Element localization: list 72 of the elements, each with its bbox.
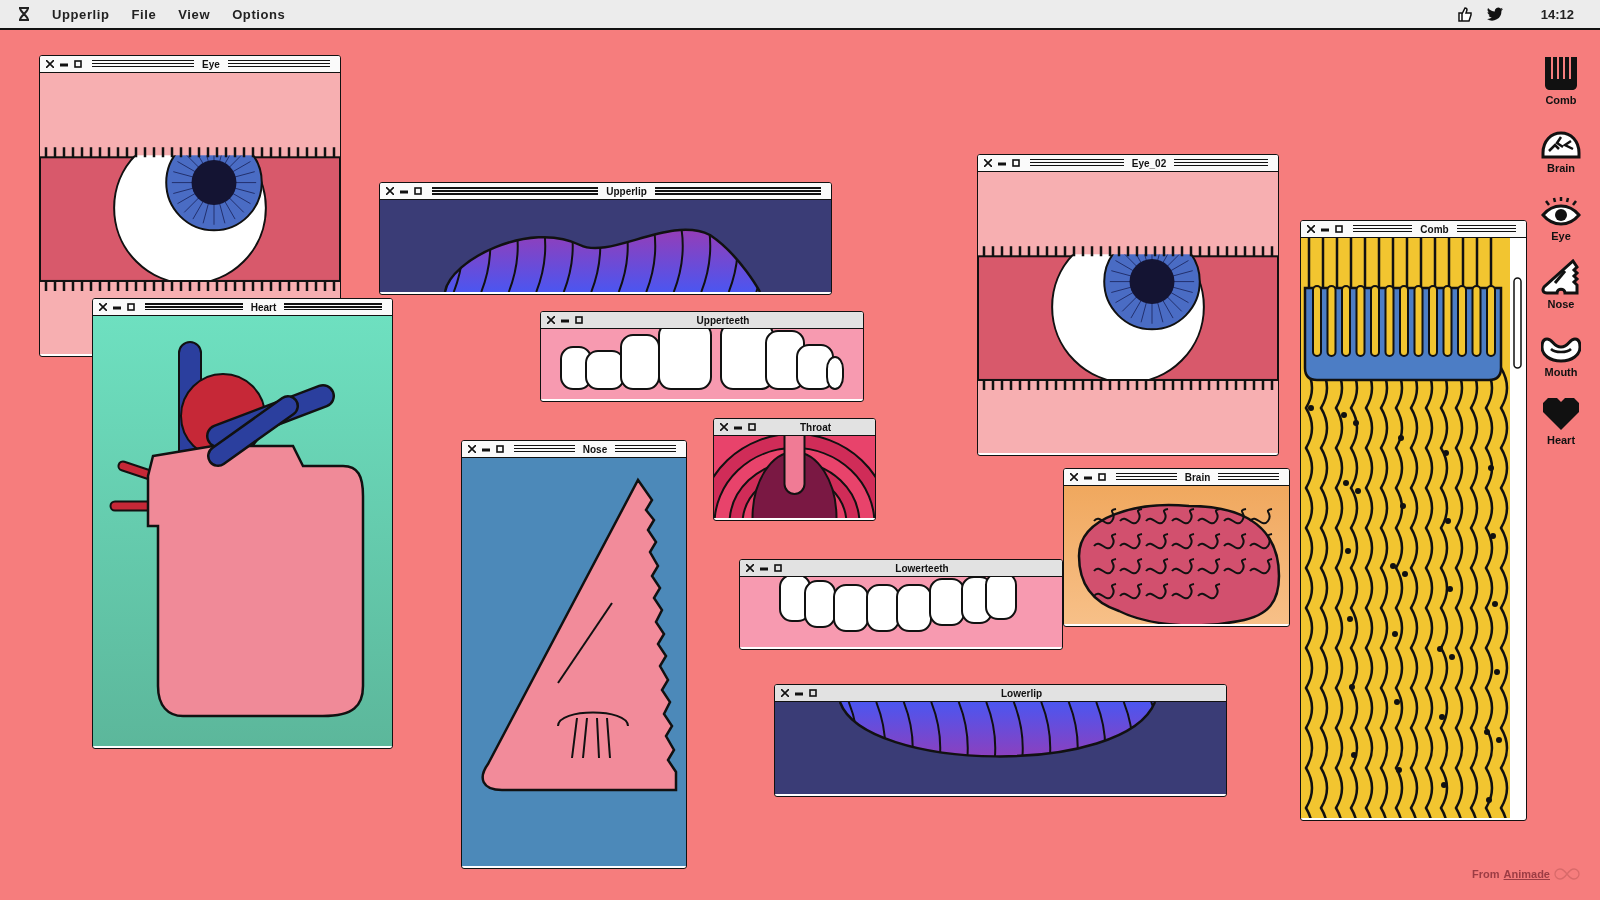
thumbs-up-icon[interactable]	[1456, 6, 1473, 22]
window-title: Throat	[799, 421, 832, 433]
dock-item[interactable]: Comb	[1543, 50, 1579, 106]
hourglass-icon[interactable]	[18, 7, 30, 21]
credit-text: From	[1472, 868, 1500, 880]
maximize-button[interactable]	[1098, 473, 1106, 481]
title-bar[interactable]: Brain	[1064, 469, 1289, 486]
window-title: Eye_02	[1131, 157, 1167, 169]
title-bar[interactable]: Eye_02	[978, 155, 1278, 172]
mouth-icon	[1541, 335, 1581, 363]
app-menu[interactable]: Upperlip	[52, 6, 110, 22]
close-button[interactable]	[1307, 225, 1315, 233]
title-bar[interactable]: Nose	[462, 441, 686, 458]
dock-label: Nose	[1547, 298, 1575, 310]
window-title: Brain	[1184, 471, 1211, 483]
dock-label: Brain	[1546, 162, 1576, 174]
brain-icon	[1541, 131, 1581, 159]
close-button[interactable]	[386, 187, 394, 195]
title-bar[interactable]: Throat	[714, 419, 875, 436]
dock-item[interactable]: Heart	[1542, 390, 1580, 446]
title-bar[interactable]: Lowerteeth	[740, 560, 1062, 577]
clock: 14:12	[1540, 6, 1574, 22]
dock-item[interactable]: Brain	[1541, 118, 1581, 174]
maximize-button[interactable]	[809, 689, 817, 697]
close-button[interactable]	[720, 423, 728, 431]
nose-icon	[1541, 259, 1581, 295]
menu-item[interactable]: Options	[232, 6, 286, 22]
close-button[interactable]	[547, 316, 555, 324]
window-title: Upperlip	[606, 185, 647, 197]
dock-item[interactable]: Mouth	[1541, 322, 1581, 378]
menu-item[interactable]: File	[131, 6, 157, 22]
window-title: Upperteeth	[696, 314, 750, 326]
menu-item[interactable]: View	[178, 6, 211, 22]
title-bar[interactable]: Lowerlip	[775, 685, 1226, 702]
close-button[interactable]	[746, 564, 754, 572]
window-title: Eye	[202, 58, 220, 70]
close-button[interactable]	[46, 60, 54, 68]
maximize-button[interactable]	[575, 316, 583, 324]
window-title: Nose	[582, 443, 608, 455]
maximize-button[interactable]	[496, 445, 504, 453]
title-bar[interactable]: Upperteeth	[541, 312, 863, 329]
maximize-button[interactable]	[74, 60, 82, 68]
window-title: Lowerteeth	[895, 562, 949, 574]
close-button[interactable]	[468, 445, 476, 453]
maximize-button[interactable]	[1012, 159, 1020, 167]
heart-icon	[1542, 397, 1580, 431]
maximize-button[interactable]	[774, 564, 782, 572]
title-bar[interactable]: Heart	[93, 299, 392, 316]
dock-item[interactable]: Nose	[1541, 254, 1581, 310]
window-title: Heart	[250, 301, 277, 313]
window-title: Comb	[1420, 223, 1449, 235]
close-button[interactable]	[781, 689, 789, 697]
window-title: Lowerlip	[1000, 687, 1043, 699]
infinity-icon	[1554, 868, 1580, 880]
close-button[interactable]	[1070, 473, 1078, 481]
maximize-button[interactable]	[1335, 225, 1343, 233]
dock-item[interactable]: Eye	[1541, 186, 1581, 242]
comb-icon	[1543, 55, 1579, 91]
title-bar[interactable]: Upperlip	[380, 183, 831, 200]
dock-label: Heart	[1546, 434, 1576, 446]
close-button[interactable]	[984, 159, 992, 167]
maximize-button[interactable]	[414, 187, 422, 195]
close-button[interactable]	[99, 303, 107, 311]
bird-icon[interactable]	[1486, 7, 1503, 21]
dock-label: Mouth	[1544, 366, 1578, 378]
maximize-button[interactable]	[127, 303, 135, 311]
title-bar[interactable]: Comb	[1301, 221, 1526, 238]
dock-label: Eye	[1551, 230, 1571, 242]
title-bar[interactable]: Eye	[40, 56, 340, 73]
maximize-button[interactable]	[748, 423, 756, 431]
dock-label: Comb	[1545, 94, 1577, 106]
eye-icon	[1541, 197, 1581, 227]
